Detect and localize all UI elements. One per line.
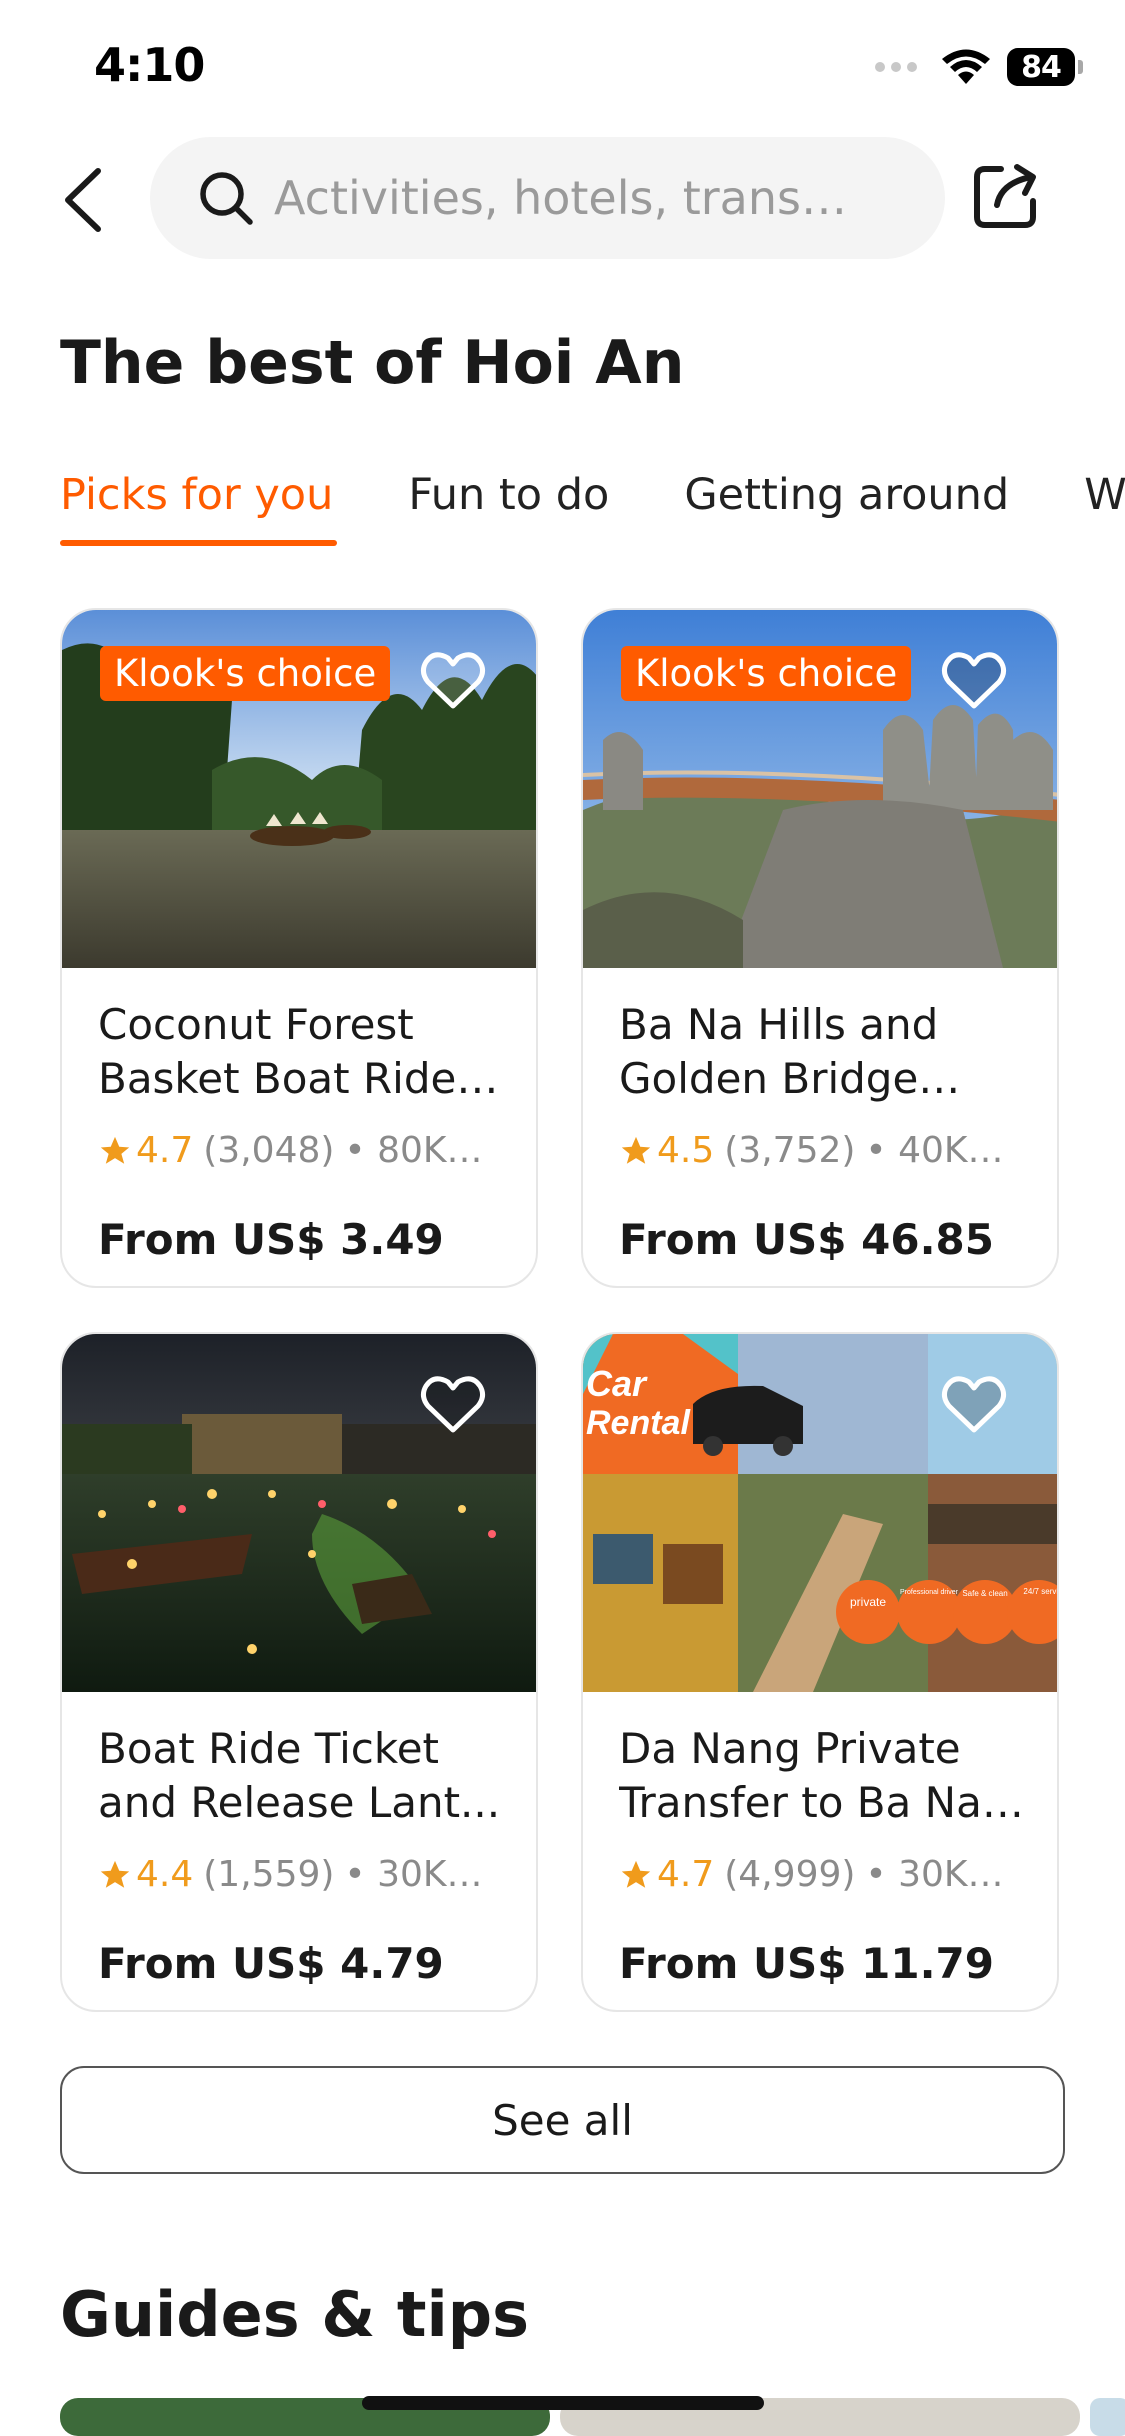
rating-value: 4.7 <box>136 1130 194 1171</box>
activity-card[interactable]: Boat Ride Ticket and Release Lant... 4.4… <box>60 1332 538 2012</box>
activity-title: Boat Ride Ticket and Release Lant... <box>98 1724 501 1827</box>
feature-label: private <box>850 1595 886 1609</box>
wifi-icon <box>942 49 990 84</box>
wishlist-heart-icon[interactable] <box>939 1370 1009 1440</box>
tab-fun-to-do[interactable]: Fun to do <box>408 470 609 546</box>
feature-label: Professional driver <box>900 1589 959 1596</box>
rating-value: 4.4 <box>136 1854 194 1895</box>
section-title: The best of Hoi An <box>60 328 685 398</box>
feature-label: 24/7 service <box>1023 1587 1057 1596</box>
review-count: (4,999) <box>724 1854 856 1895</box>
rating-row: 4.7 (4,999) • 30K+ ... <box>619 1854 1029 1895</box>
status-time: 4:10 <box>94 38 205 92</box>
activity-title: Coconut Forest Basket Boat Ride ... <box>98 1000 457 1103</box>
activity-title: Da Nang Private Transfer to Ba Na ... <box>619 1724 982 1827</box>
star-icon <box>621 1136 651 1164</box>
rating-row: 4.4 (1,559) • 30K+ b... <box>98 1854 508 1895</box>
tab-picks-for-you[interactable]: Picks for you <box>60 470 338 546</box>
share-icon <box>974 164 1036 228</box>
booked-count: • 80K+ ... <box>344 1130 508 1171</box>
star-icon <box>100 1136 130 1164</box>
battery-icon: 84 <box>1007 48 1083 86</box>
star-icon <box>621 1860 651 1888</box>
activity-card[interactable]: Car Rental private Professional driver S… <box>581 1332 1059 2012</box>
tab-more[interactable]: Wh <box>1084 470 1125 546</box>
search-input[interactable]: Activities, hotels, transp... <box>274 171 864 225</box>
price: From US$ 3.49 <box>98 1215 444 1264</box>
chevron-left-icon <box>65 168 101 232</box>
activity-title: Ba Na Hills and Golden Bridge Da... <box>619 1000 939 1103</box>
wishlist-heart-icon[interactable] <box>939 646 1009 716</box>
feature-label: Safe & clean <box>962 1589 1007 1598</box>
tab-getting-around[interactable]: Getting around <box>684 470 1009 546</box>
review-count: (3,752) <box>724 1130 856 1171</box>
wishlist-heart-icon[interactable] <box>418 1370 488 1440</box>
klooks-choice-badge: Klook's choice <box>100 646 391 701</box>
rating-row: 4.7 (3,048) • 80K+ ... <box>98 1130 508 1171</box>
status-indicators: 84 <box>875 44 1083 90</box>
guides-title: Guides & tips <box>60 2278 530 2351</box>
booked-count: • 40K+ ... <box>865 1130 1029 1171</box>
home-indicator <box>362 2396 764 2410</box>
review-count: (1,559) <box>203 1854 335 1895</box>
rating-row: 4.5 (3,752) • 40K+ ... <box>619 1130 1029 1171</box>
category-tabs: Picks for you Fun to do Getting around W… <box>60 470 1125 546</box>
rating-value: 4.5 <box>657 1130 715 1171</box>
signal-icon <box>875 62 917 72</box>
price: From US$ 46.85 <box>619 1215 995 1264</box>
activity-card[interactable]: Klook's choice Coconut Forest Basket Boa… <box>60 608 538 1288</box>
price: From US$ 11.79 <box>619 1939 995 1988</box>
wishlist-heart-icon[interactable] <box>418 646 488 716</box>
review-count: (3,048) <box>203 1130 335 1171</box>
search-icon <box>196 168 256 228</box>
activity-card[interactable]: Klook's choice Ba Na Hills and Golden Br… <box>581 608 1059 1288</box>
booked-count: • 30K+ b... <box>344 1854 508 1895</box>
search-bar[interactable]: Activities, hotels, transp... <box>150 137 945 259</box>
see-all-button[interactable]: See all <box>60 2066 1065 2174</box>
battery-level: 84 <box>1007 48 1075 86</box>
klooks-choice-badge: Klook's choice <box>621 646 912 701</box>
star-icon <box>100 1860 130 1888</box>
booked-count: • 30K+ ... <box>865 1854 1029 1895</box>
rating-value: 4.7 <box>657 1854 715 1895</box>
price: From US$ 4.79 <box>98 1939 444 1988</box>
car-rental-text: Rental <box>586 1404 691 1442</box>
car-rental-text: Car <box>586 1363 648 1404</box>
back-button[interactable] <box>52 160 112 240</box>
share-button[interactable] <box>970 160 1042 232</box>
